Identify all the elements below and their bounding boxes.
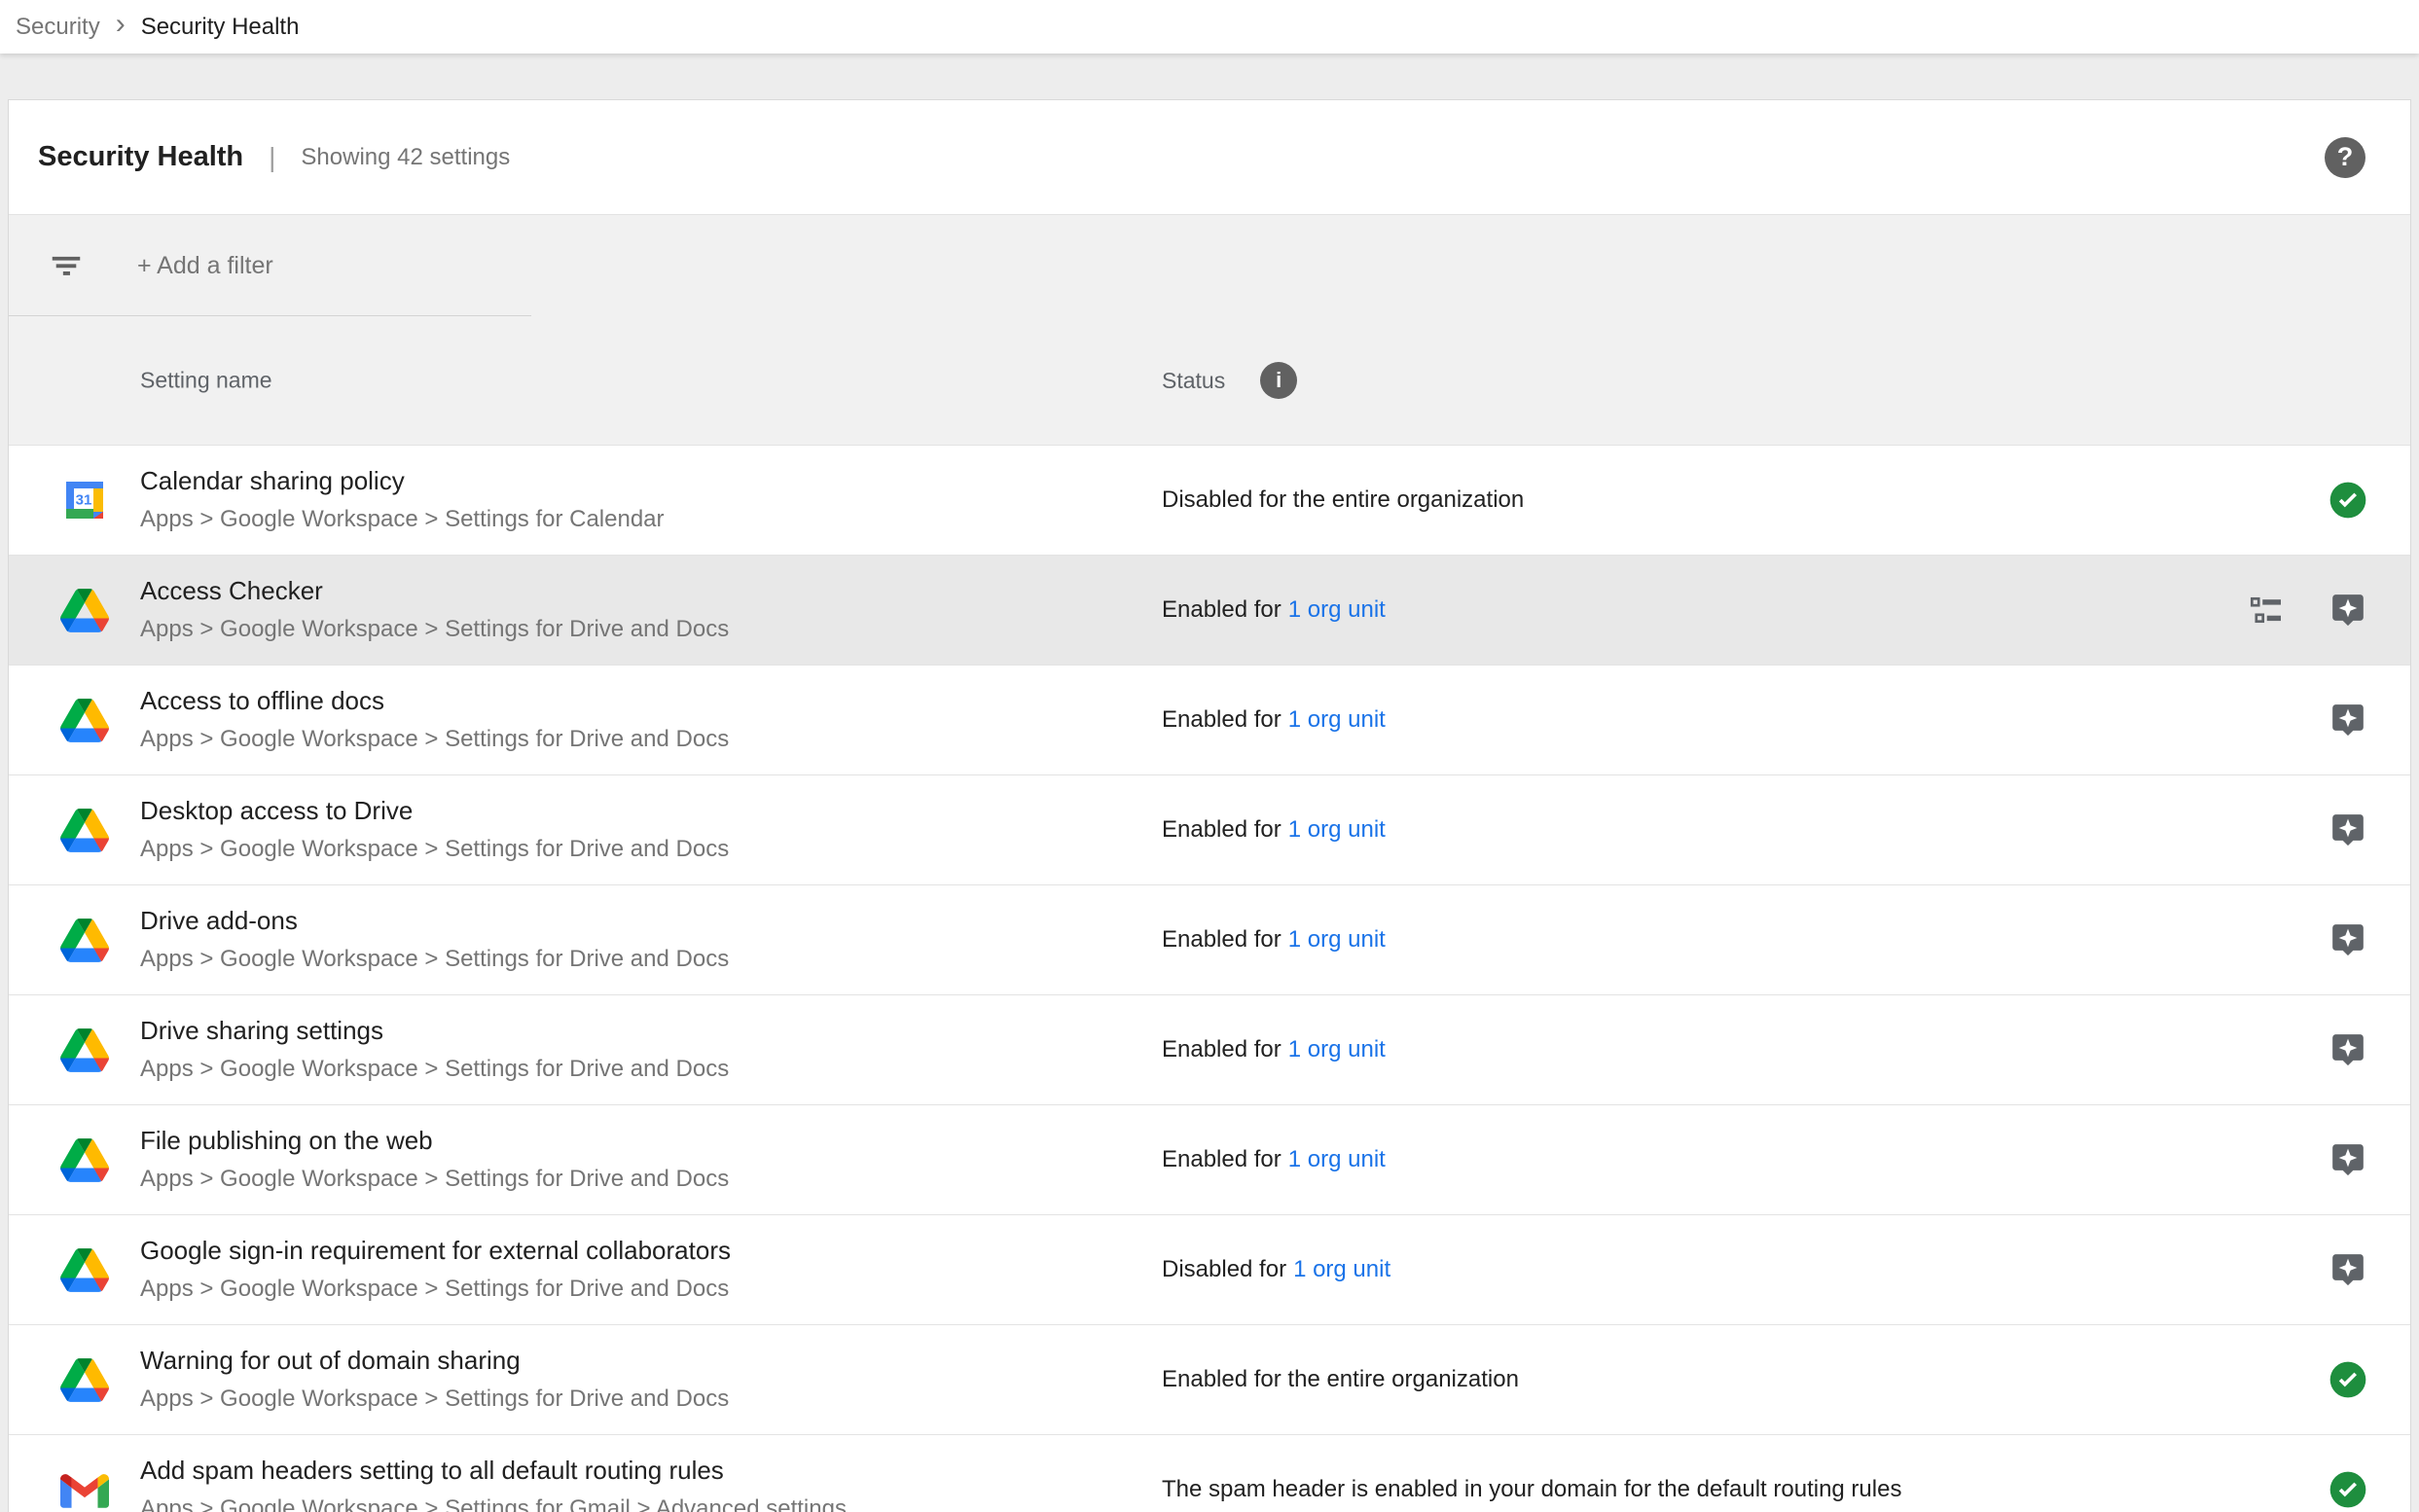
recommendation-icon[interactable] [2329,810,2367,849]
org-units-icon [2249,593,2284,628]
setting-path: Apps > Google Workspace > Settings for D… [140,1386,729,1414]
check-circle-icon [2329,1360,2367,1399]
column-status: Status [1162,368,1225,394]
recommendation-icon[interactable] [2329,1030,2367,1069]
status-text: The spam header is enabled in your domai… [1162,1476,1901,1502]
table-row[interactable]: Access to offline docs Apps > Google Wor… [9,665,2410,774]
info-icon[interactable]: i [1260,362,1297,399]
page-title: Security Health [38,141,243,173]
drive-icon [59,1025,110,1075]
org-unit-link[interactable]: 1 org unit [1288,816,1386,843]
table-row[interactable]: Warning for out of domain sharing Apps >… [9,1324,2410,1434]
org-unit-link[interactable]: 1 org unit [1288,706,1386,733]
table-row[interactable]: Add spam headers setting to all default … [9,1434,2410,1512]
setting-name: Warning for out of domain sharing [140,1346,729,1376]
setting-name: Desktop access to Drive [140,796,729,826]
calendar-icon: 31 [59,475,110,525]
help-icon[interactable]: ? [2325,137,2365,178]
table-row[interactable]: Drive add-ons Apps > Google Workspace > … [9,884,2410,994]
status-text: Enabled for [1162,926,1282,953]
setting-path: Apps > Google Workspace > Settings for D… [140,1166,729,1194]
recommendation-icon[interactable] [2329,1250,2367,1289]
settings-table-body: 31 Calendar sharing policy Apps > Google… [9,445,2410,1512]
setting-name: File publishing on the web [140,1126,729,1156]
drive-icon [59,1244,110,1295]
table-row[interactable]: Desktop access to Drive Apps > Google Wo… [9,774,2410,884]
recommendation-icon[interactable] [2329,920,2367,959]
table-row[interactable]: Access Checker Apps > Google Workspace >… [9,555,2410,665]
filter-bar: + Add a filter [9,215,2410,316]
page-header: Security Health | Showing 42 settings ? [9,100,2410,214]
drive-icon [59,695,110,745]
table-row[interactable]: Google sign-in requirement for external … [9,1214,2410,1324]
recommendation-icon[interactable] [2329,591,2367,630]
drive-icon [59,1354,110,1405]
status-text: Enabled for [1162,596,1282,623]
settings-count: Showing 42 settings [301,144,510,171]
table-row[interactable]: File publishing on the web Apps > Google… [9,1104,2410,1214]
status-text: Enabled for [1162,706,1282,733]
drive-icon [59,915,110,965]
status-text: Disabled for [1162,1256,1286,1282]
setting-path: Apps > Google Workspace > Settings for D… [140,946,729,974]
security-health-card: Security Health | Showing 42 settings ? … [8,99,2411,1512]
setting-name: Access Checker [140,576,729,606]
setting-name: Calendar sharing policy [140,466,665,496]
status-text: Enabled for [1162,816,1282,843]
setting-path: Apps > Google Workspace > Settings for D… [140,616,729,644]
setting-name: Google sign-in requirement for external … [140,1236,731,1266]
table-row[interactable]: 31 Calendar sharing policy Apps > Google… [9,445,2410,555]
gmail-icon [59,1464,110,1512]
breadcrumb-parent[interactable]: Security [16,14,100,41]
setting-name: Add spam headers setting to all default … [140,1456,847,1486]
setting-name: Drive add-ons [140,906,729,936]
status-text: Enabled for the entire organization [1162,1366,1519,1392]
recommendation-icon[interactable] [2329,701,2367,739]
check-circle-icon [2329,1470,2367,1509]
setting-path: Apps > Google Workspace > Settings for D… [140,726,729,754]
drive-icon [59,1134,110,1185]
setting-path: Apps > Google Workspace > Settings for D… [140,1056,729,1084]
setting-path: Apps > Google Workspace > Settings for D… [140,836,729,864]
add-filter-button[interactable]: + Add a filter [137,252,273,280]
setting-path: Apps > Google Workspace > Settings for G… [140,1495,847,1512]
setting-name: Access to offline docs [140,686,729,716]
org-unit-link[interactable]: 1 org unit [1288,1036,1386,1062]
org-unit-link[interactable]: 1 org unit [1293,1256,1390,1282]
breadcrumb: Security › Security Health [0,0,2419,54]
breadcrumb-current: Security Health [141,14,300,41]
chevron-right-icon: › [116,10,126,39]
recommendation-icon[interactable] [2329,1140,2367,1179]
filter-icon [48,247,85,284]
table-row[interactable]: Drive sharing settings Apps > Google Wor… [9,994,2410,1104]
check-circle-icon [2329,481,2367,520]
svg-text:31: 31 [76,492,92,509]
drive-icon [59,805,110,855]
setting-path: Apps > Google Workspace > Settings for D… [140,1276,731,1304]
setting-name: Drive sharing settings [140,1016,729,1046]
status-text: Disabled for the entire organization [1162,486,1524,513]
title-separator: | [269,142,275,173]
drive-icon [59,585,110,635]
table-header-row: Setting name Status i [9,316,2410,445]
org-unit-link[interactable]: 1 org unit [1288,1146,1386,1172]
status-text: Enabled for [1162,1036,1282,1062]
column-setting-name: Setting name [140,368,272,394]
org-unit-link[interactable]: 1 org unit [1288,596,1386,623]
setting-path: Apps > Google Workspace > Settings for C… [140,506,665,534]
org-unit-link[interactable]: 1 org unit [1288,926,1386,953]
status-text: Enabled for [1162,1146,1282,1172]
table-controls: + Add a filter Setting name Status i [9,214,2410,445]
